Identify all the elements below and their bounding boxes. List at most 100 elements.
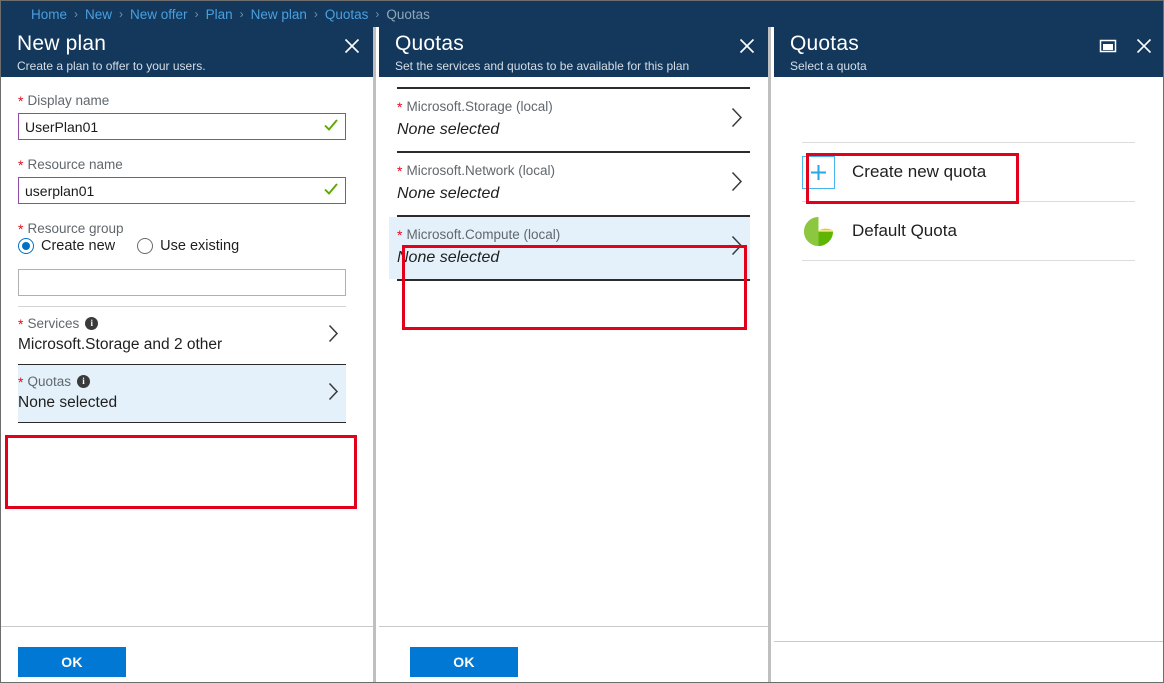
required-indicator: * xyxy=(397,162,403,179)
chevron-right-icon xyxy=(327,323,340,348)
breadcrumb: Home › New › New offer › Plan › New plan… xyxy=(1,1,1163,27)
info-icon[interactable]: i xyxy=(76,375,90,388)
breadcrumb-separator-icon: › xyxy=(239,7,244,21)
quota-service-row-storage[interactable]: * Microsoft.Storage (local) None selecte… xyxy=(397,89,750,151)
required-indicator: * xyxy=(18,220,24,237)
resource-group-field-group: * Resource group Create new Use existing xyxy=(18,221,356,307)
quotas-right-footer xyxy=(774,641,1163,682)
resource-group-label-text: Resource group xyxy=(27,221,124,236)
breadcrumb-separator-icon: › xyxy=(313,7,318,21)
breadcrumb-item-home[interactable]: Home xyxy=(31,7,67,22)
quota-service-row-compute[interactable]: * Microsoft.Compute (local) None selecte… xyxy=(389,217,750,279)
breadcrumb-item-new[interactable]: New xyxy=(85,7,112,22)
quota-service-label: * Microsoft.Compute (local) xyxy=(397,226,706,243)
radio-indicator xyxy=(137,238,154,254)
quotas-mid-ok-button[interactable]: OK xyxy=(410,647,518,677)
close-icon[interactable] xyxy=(341,35,363,57)
new-plan-blade: New plan Create a plan to offer to your … xyxy=(1,27,376,682)
quotas-label-text: Quotas xyxy=(27,374,71,389)
maximize-icon[interactable] xyxy=(1097,35,1119,57)
quotas-mid-title: Quotas xyxy=(395,32,464,55)
radio-create-new-label: Create new xyxy=(41,238,116,254)
quotas-value: None selected xyxy=(18,394,118,411)
services-value: Microsoft.Storage and 2 other xyxy=(18,336,223,353)
info-icon[interactable]: i xyxy=(85,317,99,330)
new-plan-title: New plan xyxy=(17,32,107,55)
breadcrumb-item-quotas[interactable]: Quotas xyxy=(325,7,369,22)
quotas-right-blade-header: Quotas Select a quota xyxy=(774,27,1163,77)
breadcrumb-item-quotas-current: Quotas xyxy=(386,6,430,22)
resource-group-radio-group: Create new Use existing xyxy=(18,238,356,254)
radio-indicator xyxy=(18,238,34,254)
new-plan-header-actions xyxy=(341,35,363,57)
azure-stack-portal: Home › New › New offer › Plan › New plan… xyxy=(0,0,1164,683)
required-indicator: * xyxy=(18,373,24,390)
new-plan-subtitle: Create a plan to offer to your users. xyxy=(17,59,206,73)
new-plan-form: * Display name * Resource name xyxy=(1,77,373,423)
services-label: * Services i xyxy=(18,315,312,332)
quotas-mid-subtitle: Set the services and quotas to be availa… xyxy=(395,59,690,73)
display-name-label: * Display name xyxy=(18,93,356,108)
breadcrumb-separator-icon: › xyxy=(119,7,124,21)
services-picker[interactable]: * Services i Microsoft.Storage and 2 oth… xyxy=(18,307,346,364)
quotas-picker-content: * Quotas i None selected xyxy=(18,373,346,413)
resource-group-name-input[interactable] xyxy=(18,269,346,296)
quotas-mid-header-actions xyxy=(736,35,758,57)
new-plan-blade-header: New plan Create a plan to offer to your … xyxy=(1,27,373,77)
radio-use-existing-label: Use existing xyxy=(160,238,240,254)
services-label-text: Services xyxy=(27,316,80,331)
breadcrumb-separator-icon: › xyxy=(375,7,380,21)
new-plan-footer: OK xyxy=(1,626,373,682)
required-indicator: * xyxy=(18,315,24,332)
quotas-mid-blade-header: Quotas Set the services and quotas to be… xyxy=(379,27,768,77)
chevron-right-icon xyxy=(730,107,744,134)
quotas-right-subtitle: Select a quota xyxy=(790,59,867,73)
resource-name-input-wrapper xyxy=(18,177,346,204)
create-new-quota-row[interactable]: Create new quota xyxy=(774,143,1163,201)
resource-name-input[interactable] xyxy=(18,177,346,204)
required-indicator: * xyxy=(397,98,403,115)
list-divider xyxy=(397,279,750,281)
breadcrumb-item-plan[interactable]: Plan xyxy=(206,7,233,22)
list-divider xyxy=(802,260,1135,261)
new-plan-ok-button[interactable]: OK xyxy=(18,647,126,677)
radio-use-existing[interactable]: Use existing xyxy=(137,238,239,254)
resource-name-field-group: * Resource name xyxy=(18,157,356,204)
required-indicator: * xyxy=(18,156,24,173)
quota-service-label: * Microsoft.Storage (local) xyxy=(397,98,714,115)
quota-list-item-default[interactable]: Default Quota xyxy=(774,202,1163,260)
quotas-divider-bottom xyxy=(18,422,346,423)
breadcrumb-item-new-offer[interactable]: New offer xyxy=(130,7,188,22)
quotas-right-header-actions xyxy=(1097,35,1155,57)
display-name-input-wrapper xyxy=(18,113,346,140)
required-indicator: * xyxy=(18,92,24,109)
required-indicator: * xyxy=(397,226,403,243)
resource-group-label: * Resource group xyxy=(18,221,356,236)
quota-service-row-network[interactable]: * Microsoft.Network (local) None selecte… xyxy=(397,153,750,215)
services-picker-content: * Services i Microsoft.Storage and 2 oth… xyxy=(18,315,346,355)
quota-pie-icon xyxy=(802,215,835,248)
quotas-label: * Quotas i xyxy=(18,373,312,390)
chevron-right-icon xyxy=(327,381,340,406)
quota-service-label: * Microsoft.Network (local) xyxy=(397,162,714,179)
display-name-input[interactable] xyxy=(18,113,346,140)
breadcrumb-separator-icon: › xyxy=(194,7,199,21)
close-icon[interactable] xyxy=(1133,35,1155,57)
quota-service-value: None selected xyxy=(397,185,500,202)
quota-service-label-text: Microsoft.Storage (local) xyxy=(406,99,553,114)
quota-service-value: None selected xyxy=(397,121,500,138)
display-name-label-text: Display name xyxy=(27,93,110,108)
plus-icon xyxy=(802,155,835,189)
quotas-mid-footer: OK xyxy=(379,626,768,682)
quotas-picker[interactable]: * Quotas i None selected xyxy=(18,365,346,422)
quota-service-value: None selected xyxy=(397,249,500,266)
quota-list-item-label: Default Quota xyxy=(852,221,957,240)
close-icon[interactable] xyxy=(736,35,758,57)
breadcrumb-separator-icon: › xyxy=(74,7,79,21)
chevron-right-icon xyxy=(730,235,744,262)
radio-create-new[interactable]: Create new xyxy=(18,238,115,254)
breadcrumb-item-new-plan[interactable]: New plan xyxy=(251,7,307,22)
resource-name-label-text: Resource name xyxy=(27,157,123,172)
quota-service-label-text: Microsoft.Compute (local) xyxy=(406,227,561,242)
quota-service-label-text: Microsoft.Network (local) xyxy=(406,163,555,178)
